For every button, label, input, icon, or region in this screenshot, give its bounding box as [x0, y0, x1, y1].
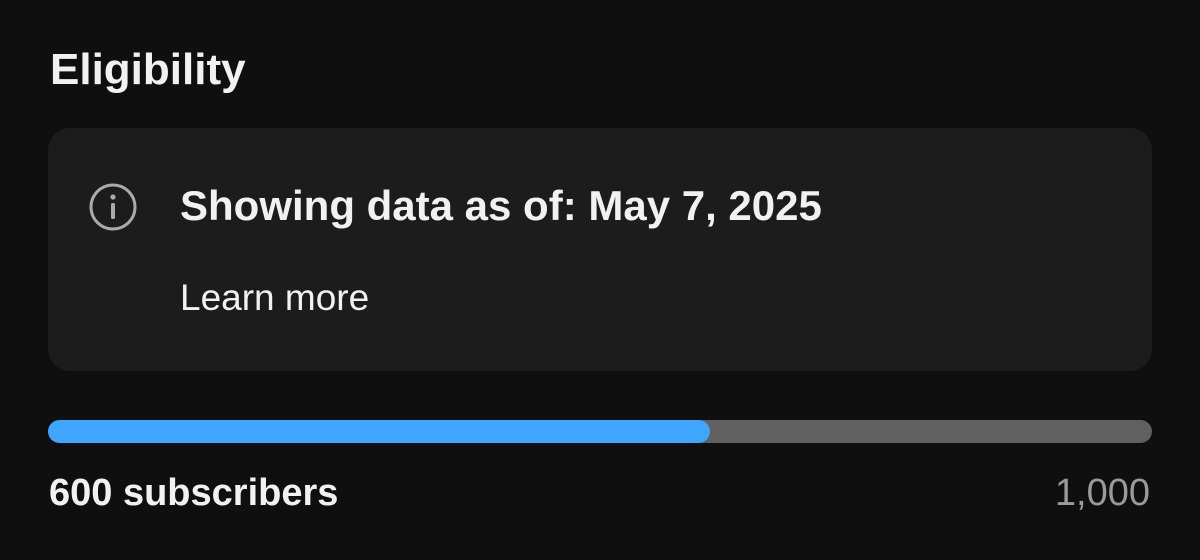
section-title: Eligibility [50, 45, 246, 94]
learn-more-link[interactable]: Learn more [180, 276, 369, 320]
data-date-text: Showing data as of: May 7, 2025 [180, 182, 822, 229]
subscriber-goal: 1,000 [1054, 472, 1150, 514]
info-icon [88, 182, 138, 232]
subscriber-progress-fill [48, 420, 711, 443]
current-subscriber-count: 600 subscribers [49, 472, 339, 514]
subscriber-progress-bar [48, 420, 1152, 443]
data-freshness-card: Showing data as of: May 7, 2025 Learn mo… [48, 128, 1152, 371]
